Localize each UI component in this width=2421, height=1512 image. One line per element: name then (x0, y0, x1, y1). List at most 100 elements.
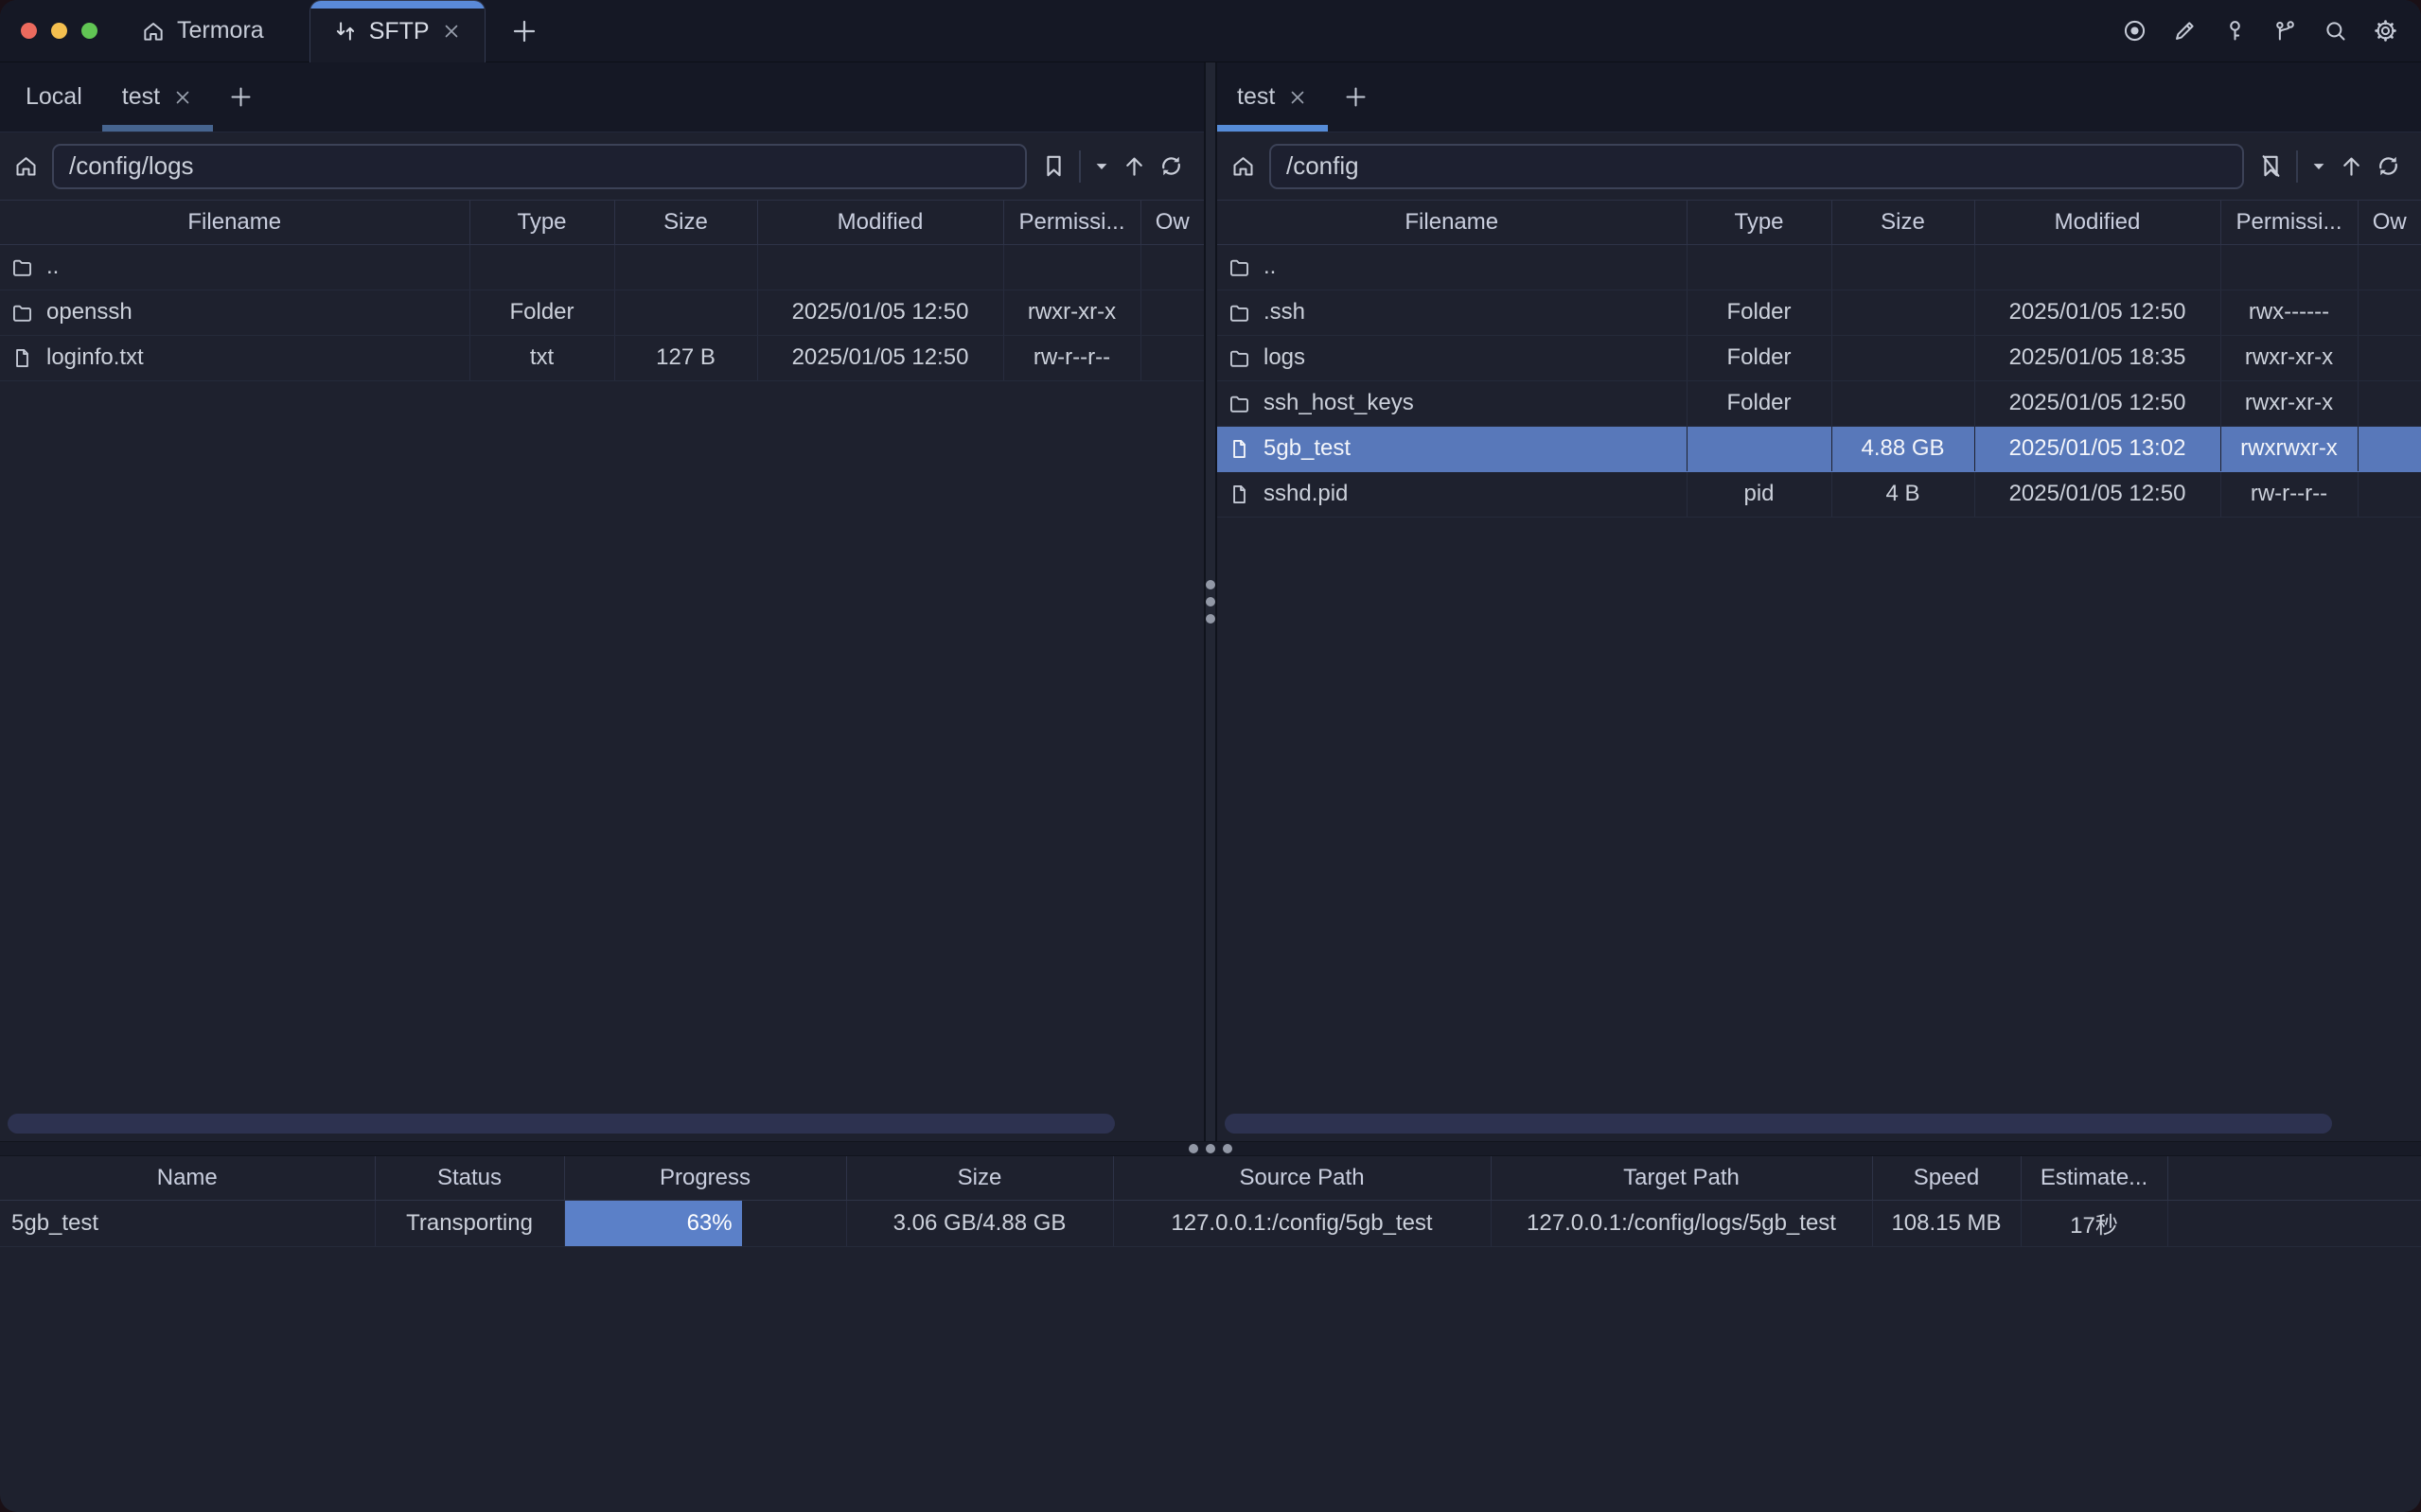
left-horizontal-scrollbar[interactable] (8, 1114, 1115, 1134)
right-pane-tabs: test (1217, 62, 2421, 132)
transfer-column-speed[interactable]: Speed (1872, 1156, 2021, 1200)
close-tab-icon[interactable] (172, 87, 193, 108)
folder-icon (1228, 392, 1251, 415)
column-header-filename[interactable]: Filename (0, 201, 469, 244)
close-tab-icon[interactable] (441, 21, 462, 42)
file-row-loginfo.txt[interactable]: loginfo.txttxt127 B2025/01/05 12:50rw-r-… (0, 335, 1204, 380)
progress-bar: 63% (565, 1201, 742, 1246)
toolbar-separator (1079, 150, 1081, 183)
left-file-list: FilenameTypeSizeModifiedPermissi...Ow ..… (0, 201, 1204, 1141)
pane-tab-local[interactable]: Local (6, 62, 102, 132)
settings-icon[interactable] (2373, 18, 2398, 44)
bookmark-slash-icon[interactable] (2257, 152, 2285, 180)
home-directory-button[interactable] (13, 153, 39, 179)
file-row-ssh_host_keys[interactable]: ssh_host_keysFolder2025/01/05 12:50rwxr-… (1217, 380, 2421, 426)
column-header-filename[interactable]: Filename (1217, 201, 1687, 244)
refresh-button[interactable] (1157, 152, 1185, 180)
right-path-input[interactable] (1269, 144, 2244, 189)
type-cell: Folder (1687, 380, 1831, 426)
file-row-5gb_test[interactable]: 5gb_test4.88 GB2025/01/05 13:02rwxrwxr-x (1217, 426, 2421, 471)
right-file-table: FilenameTypeSizeModifiedPermissi...Ow ..… (1217, 201, 2421, 518)
transfer-row-5gb_test[interactable]: 5gb_testTransporting63%3.06 GB/4.88 GB12… (0, 1200, 2421, 1246)
modified-cell: 2025/01/05 12:50 (757, 335, 1003, 380)
record-icon[interactable] (2122, 18, 2147, 44)
filename-label: 5gb_test (1264, 435, 1351, 462)
close-window-button[interactable] (21, 23, 37, 39)
transfer-column-size[interactable]: Size (846, 1156, 1113, 1200)
search-icon[interactable] (2323, 18, 2348, 44)
size-cell (614, 244, 757, 290)
transfer-column-progress[interactable]: Progress (564, 1156, 846, 1200)
key-icon[interactable] (2222, 18, 2248, 44)
modified-cell: 2025/01/05 18:35 (1974, 335, 2220, 380)
transfer-column-estimate[interactable]: Estimate... (2021, 1156, 2167, 1200)
branch-icon[interactable] (2272, 18, 2298, 44)
t-source-cell: 127.0.0.1:/config/5gb_test (1113, 1200, 1491, 1246)
file-row-logs[interactable]: logsFolder2025/01/05 18:35rwxr-xr-x (1217, 335, 2421, 380)
left-path-input[interactable] (52, 144, 1027, 189)
pane-tab-local-label: Local (26, 83, 82, 111)
tab-sftp[interactable]: SFTP (309, 0, 486, 62)
chevron-down-icon[interactable] (2309, 157, 2328, 176)
transfer-column-name[interactable]: Name (0, 1156, 375, 1200)
file-row-openssh[interactable]: opensshFolder2025/01/05 12:50rwxr-xr-x (0, 290, 1204, 335)
column-header-type[interactable]: Type (1687, 201, 1831, 244)
tab-termora[interactable]: Termora (116, 0, 289, 62)
transfer-column-status[interactable]: Status (375, 1156, 564, 1200)
file-row-sshd.pid[interactable]: sshd.pidpid4 B2025/01/05 12:50rw-r--r-- (1217, 471, 2421, 517)
home-directory-button[interactable] (1230, 153, 1256, 179)
owner-cell (2358, 244, 2421, 290)
parent-directory-button[interactable] (2338, 152, 2365, 180)
pane-tab-test-remote[interactable]: test (1217, 62, 1328, 132)
column-header-modified[interactable]: Modified (1974, 201, 2220, 244)
pane-tab-test-label: test (122, 83, 160, 111)
parent-directory-button[interactable] (1121, 152, 1148, 180)
toolbar-separator (2296, 150, 2298, 183)
size-cell: 127 B (614, 335, 757, 380)
type-cell: txt (469, 335, 614, 380)
titlebar: Termora SFTP (0, 0, 2421, 62)
size-cell (1831, 335, 1974, 380)
column-header-size[interactable]: Size (1831, 201, 1974, 244)
t-filler-cell (2167, 1200, 2421, 1246)
transfer-column-sourcepath[interactable]: Source Path (1113, 1156, 1491, 1200)
splitter-handle-icon (1189, 1144, 1232, 1153)
file-row-..[interactable]: .. (0, 244, 1204, 290)
column-header-type[interactable]: Type (469, 201, 614, 244)
t-name-cell: 5gb_test (0, 1200, 375, 1246)
file-icon (10, 346, 34, 370)
pane-splitter[interactable] (1204, 62, 1217, 1141)
minimize-window-button[interactable] (51, 23, 67, 39)
zoom-window-button[interactable] (81, 23, 97, 39)
right-toolbar-icons (2257, 150, 2406, 183)
column-header-permissi[interactable]: Permissi... (1003, 201, 1140, 244)
folder-icon (1228, 346, 1251, 370)
column-header-permissi[interactable]: Permissi... (2220, 201, 2358, 244)
column-header-modified[interactable]: Modified (757, 201, 1003, 244)
add-pane-tab-button[interactable] (228, 84, 254, 110)
transfer-arrows-icon (333, 19, 358, 44)
edit-icon[interactable] (2172, 18, 2198, 44)
transfers-splitter[interactable] (0, 1141, 2421, 1156)
column-header-ow[interactable]: Ow (2358, 201, 2421, 244)
left-pane-tabs: Local test (0, 62, 1204, 132)
close-tab-icon[interactable] (1287, 87, 1308, 108)
chevron-down-icon[interactable] (1092, 157, 1111, 176)
bookmark-icon[interactable] (1040, 152, 1068, 180)
add-pane-tab-button[interactable] (1343, 84, 1369, 110)
file-row-..[interactable]: .. (1217, 244, 2421, 290)
modified-cell: 2025/01/05 12:50 (1974, 380, 2220, 426)
right-horizontal-scrollbar[interactable] (1225, 1114, 2332, 1134)
column-header-ow[interactable]: Ow (1140, 201, 1204, 244)
owner-cell (2358, 335, 2421, 380)
refresh-button[interactable] (2375, 152, 2402, 180)
pane-tab-test[interactable]: test (102, 62, 213, 132)
t-progress-cell: 63% (564, 1200, 846, 1246)
file-row-.ssh[interactable]: .sshFolder2025/01/05 12:50rwx------ (1217, 290, 2421, 335)
right-file-table-header: FilenameTypeSizeModifiedPermissi...Ow (1217, 201, 2421, 244)
transfer-column-targetpath[interactable]: Target Path (1491, 1156, 1872, 1200)
t-estimate-cell: 17秒 (2021, 1200, 2167, 1246)
traffic-lights (0, 23, 116, 39)
column-header-size[interactable]: Size (614, 201, 757, 244)
new-tab-button[interactable] (510, 17, 539, 45)
